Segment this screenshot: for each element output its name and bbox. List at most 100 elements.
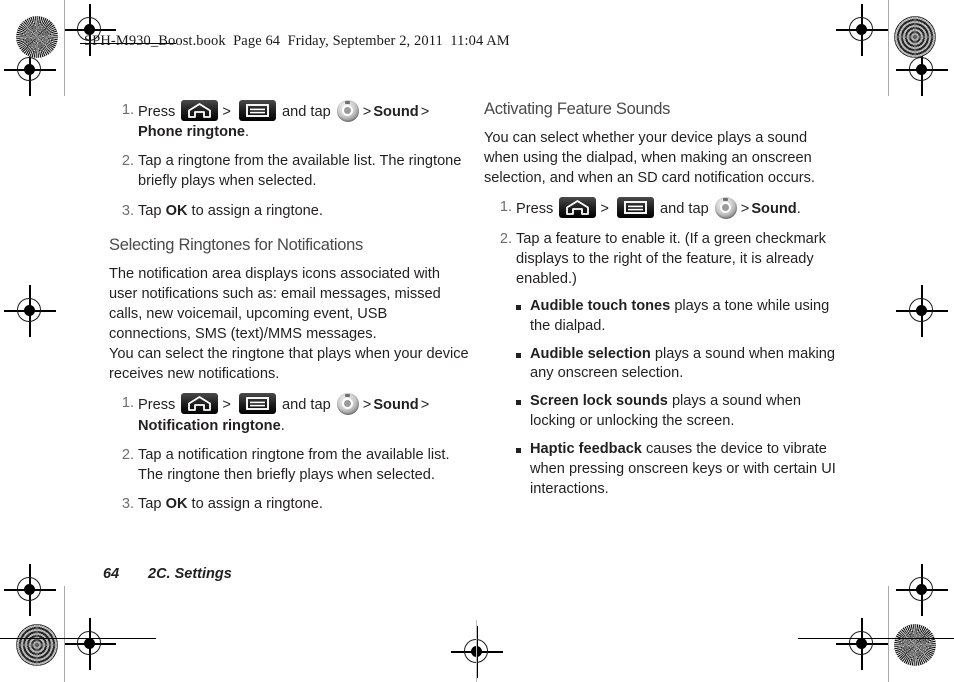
menu-key-icon — [238, 100, 276, 121]
step-text: Tap a notification ringtone from the ava… — [138, 446, 450, 483]
header-rule-bottom-left — [0, 638, 156, 640]
chevron-separator: > — [362, 397, 372, 414]
press-label: Press — [138, 397, 176, 414]
menu-path-sound: Sound — [373, 397, 419, 414]
color-target-top-left — [16, 16, 58, 58]
step-number: 2. — [121, 153, 134, 170]
steps-feature-sounds: 1. Press > and tap > Sound. 2. Tap a feat… — [484, 197, 836, 499]
list-item: 1. Press > and tap > Sound > Phone ringtone… — [109, 100, 469, 142]
and-tap-label: and tap — [660, 201, 709, 218]
and-tap-label: and tap — [282, 397, 331, 414]
trim-guide-left-top — [64, 0, 65, 96]
feature-name: Audible selection — [530, 345, 651, 362]
chevron-separator: > — [420, 104, 430, 120]
settings-gear-icon — [336, 393, 359, 416]
registration-mark-bottom-left-inner — [4, 564, 56, 616]
step-number: 1. — [499, 199, 512, 216]
menu-key-icon — [616, 197, 654, 219]
page-number: 64 — [103, 566, 120, 582]
step-number: 1. — [121, 102, 134, 118]
square-bullet-icon — [516, 304, 521, 310]
step-number: 3. — [121, 495, 134, 512]
chevron-separator: > — [362, 104, 372, 120]
list-item: Haptic feedback causes the device to vib… — [516, 440, 836, 500]
square-bullet-icon — [516, 352, 521, 358]
step-text: Tap a feature to enable it. (If a green … — [516, 230, 826, 287]
color-target-top-right — [894, 16, 936, 58]
press-label: Press — [138, 104, 176, 120]
step-text: Tap OK to assign a ringtone. — [138, 496, 323, 512]
steps-phone-ringtone: 1. Press > and tap > Sound > Phone ringtone… — [109, 100, 469, 221]
square-bullet-icon — [516, 400, 521, 406]
intro-paragraph: The notification area displays icons ass… — [109, 264, 469, 345]
step-text-suffix: to assign a ringtone. — [187, 202, 323, 219]
ok-button-label: OK — [165, 202, 188, 219]
step-number: 2. — [499, 230, 512, 247]
chevron-separator: > — [600, 201, 609, 218]
page-footer: 64 2C. Settings — [103, 566, 232, 582]
section-heading-activating-feature-sounds: Activating Feature Sounds — [484, 100, 671, 118]
trim-guide-right-top — [888, 0, 889, 96]
footer-section-title: 2C. Settings — [148, 566, 232, 582]
feature-name: Haptic feedback — [530, 440, 642, 457]
list-item: Screen lock sounds plays a sound when lo… — [516, 392, 836, 432]
feature-sounds-bullets: Audible touch tones plays a tone while u… — [516, 297, 836, 500]
square-bullet-icon — [516, 447, 521, 453]
list-item: 2. Tap a feature to enable it. (If a gre… — [484, 229, 836, 500]
registration-mark-bottom-center — [451, 626, 503, 678]
and-tap-label: and tap — [282, 104, 331, 120]
chevron-separator: > — [420, 397, 430, 414]
home-key-icon — [181, 100, 219, 121]
sentence-period: . — [280, 417, 285, 434]
header-rule-bottom-right — [798, 638, 954, 640]
menu-path-sound: Sound — [751, 201, 797, 218]
book-file-header: SPH-M930_Boost.book Page 64 Friday, Sept… — [84, 33, 510, 49]
section-heading-selecting-ringtones: Selecting Ringtones for Notifications — [109, 235, 363, 254]
intro-paragraph-text: The notification area displays icons ass… — [109, 265, 441, 342]
registration-mark-top-right — [836, 4, 888, 56]
list-item: 1. Press > and tap > Sound. — [484, 197, 836, 220]
step-number: 3. — [121, 202, 134, 219]
list-item: 2. Tap a notification ringtone from the … — [109, 445, 469, 485]
chevron-separator: > — [222, 397, 231, 414]
home-key-icon — [559, 197, 597, 219]
list-item: Audible selection plays a sound when mak… — [516, 345, 836, 385]
intro-paragraph: You can select whether your device plays… — [484, 130, 815, 187]
menu-path-target: Phone ringtone — [138, 124, 246, 141]
menu-key-icon — [238, 393, 276, 415]
steps-notification-ringtone: 1. Press > and tap > Sound > Notification r… — [109, 393, 469, 514]
registration-mark-right-middle — [896, 285, 948, 337]
registration-mark-top-left-inner — [4, 44, 56, 96]
list-item: 3. Tap OK to assign a ringtone. — [109, 494, 469, 514]
step-number: 1. — [121, 395, 134, 412]
chevron-separator: > — [222, 104, 231, 120]
right-column: Activating Feature Sounds You can select… — [484, 100, 836, 508]
step-text-suffix: to assign a ringtone. — [187, 495, 323, 512]
settings-gear-icon — [714, 197, 737, 220]
step-number: 2. — [121, 446, 134, 463]
settings-gear-icon — [336, 100, 359, 122]
intro-paragraph-2: You can select the ringtone that plays w… — [109, 346, 469, 383]
trim-guide-left-bottom — [64, 586, 65, 682]
list-item: 3. Tap OK to assign a ringtone. — [109, 201, 469, 221]
sentence-period: . — [796, 201, 801, 218]
step-text: Tap a ringtone from the available list. … — [138, 153, 462, 190]
left-column: 1. Press > and tap > Sound > Phone ringtone… — [109, 100, 469, 523]
chevron-separator: > — [740, 201, 750, 218]
menu-path-target: Notification ringtone — [138, 417, 281, 434]
feature-name: Audible touch tones — [530, 297, 671, 314]
press-label: Press — [516, 201, 554, 218]
step-text: Press > and tap > Sound > Phone ringtone. — [138, 100, 431, 141]
registration-mark-bottom-right — [836, 618, 888, 670]
registration-mark-bottom-right-inner — [896, 564, 948, 616]
list-item: 2. Tap a ringtone from the available lis… — [109, 151, 469, 191]
trim-guide-right-bottom — [888, 586, 889, 682]
registration-mark-left-middle — [4, 285, 56, 337]
color-target-bottom-right — [894, 624, 936, 666]
spine-fold-guide — [476, 620, 477, 682]
step-text-prefix: Tap — [138, 202, 166, 219]
registration-mark-top-right-inner — [896, 44, 948, 96]
menu-path-sound: Sound — [373, 104, 419, 120]
list-item: 1. Press > and tap > Sound > Notification r… — [109, 393, 469, 435]
step-text-prefix: Tap — [138, 495, 166, 512]
